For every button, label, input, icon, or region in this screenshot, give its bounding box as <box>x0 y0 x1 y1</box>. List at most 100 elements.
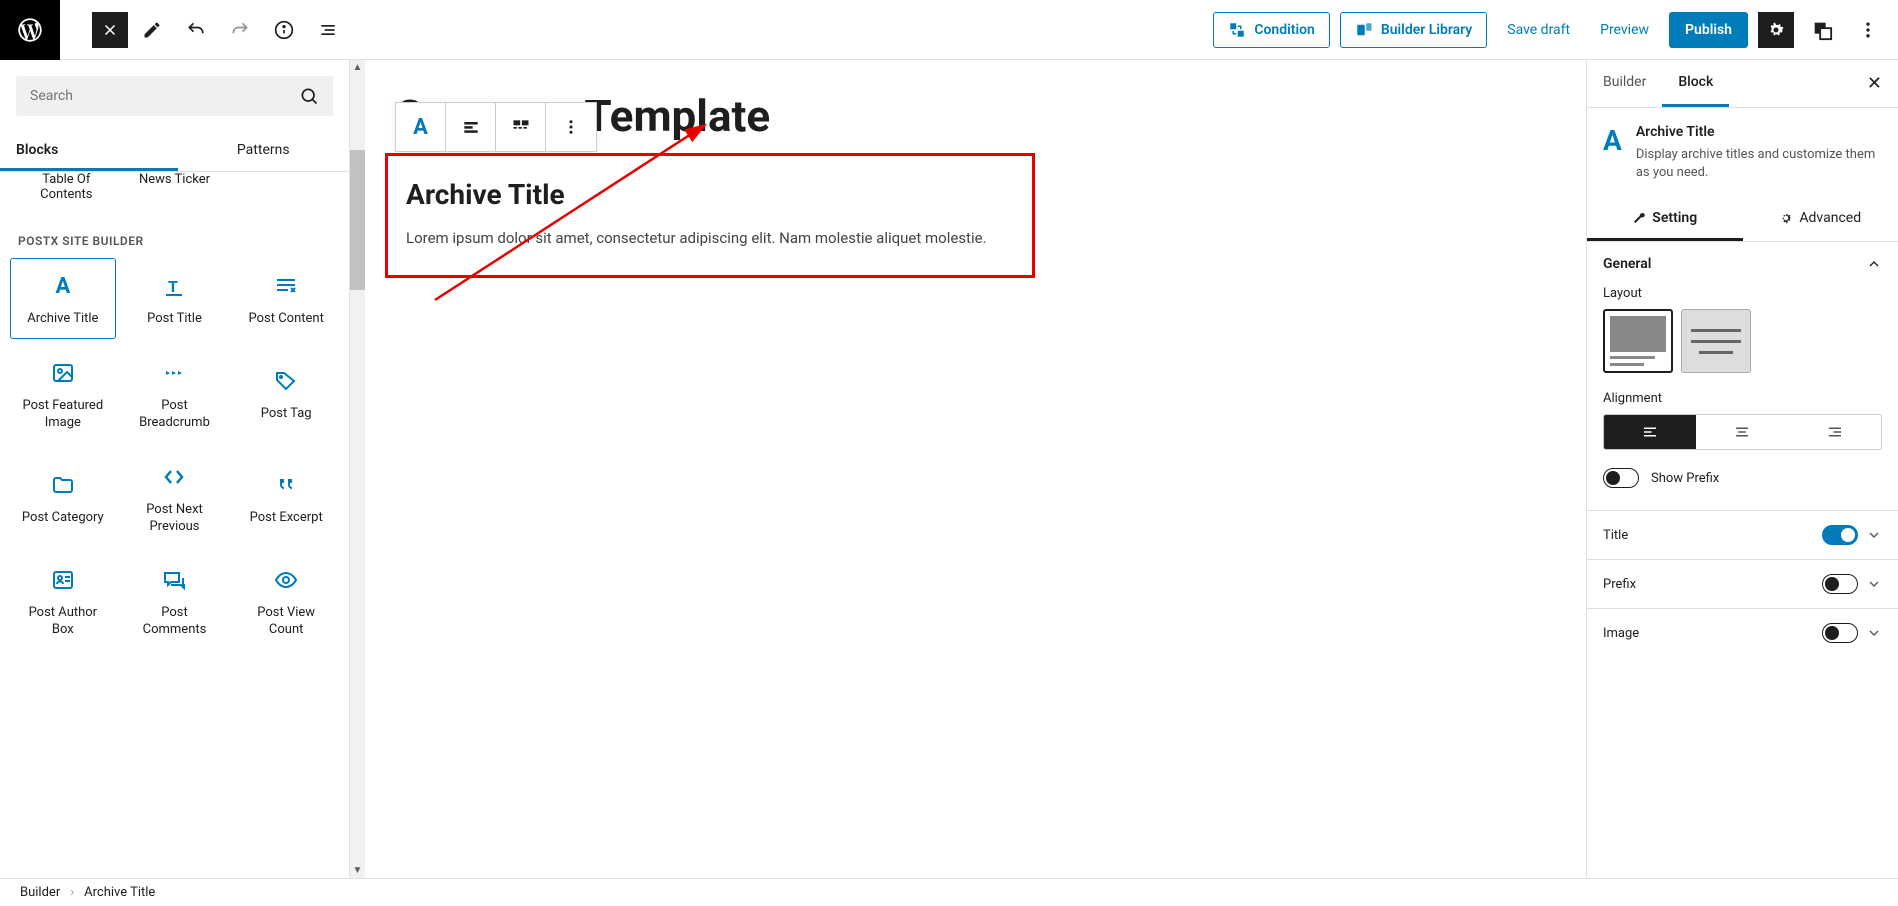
breadcrumb-icon <box>161 360 187 386</box>
subtab-advanced[interactable]: Advanced <box>1743 198 1898 241</box>
align-icon[interactable] <box>446 103 496 151</box>
wrench-icon <box>1632 211 1646 225</box>
inserter-tabs: Blocks Patterns <box>0 132 349 172</box>
layout-options <box>1603 309 1882 373</box>
layout-icon[interactable] <box>496 103 546 151</box>
section-general: General Layout Alignment <box>1587 242 1898 511</box>
svg-text:T: T <box>168 277 178 296</box>
row-prefix-label: Prefix <box>1603 577 1636 592</box>
gear-small-icon <box>1779 211 1793 225</box>
preview-button[interactable]: Preview <box>1590 14 1659 46</box>
post-title-icon: T <box>161 273 187 299</box>
scroll-thumb[interactable] <box>350 150 365 290</box>
block-post-tag[interactable]: Post Tag <box>233 345 339 443</box>
overlap-icon[interactable] <box>1804 12 1840 48</box>
close-settings-icon[interactable]: ✕ <box>1851 73 1898 94</box>
settings-subtabs: Setting Advanced <box>1587 198 1898 242</box>
breadcrumb-builder[interactable]: Builder <box>20 885 60 900</box>
comments-icon <box>161 567 187 593</box>
block-header-text: Archive Title Display archive titles and… <box>1636 124 1882 182</box>
row-prefix[interactable]: Prefix <box>1587 560 1898 609</box>
section-general-header[interactable]: General <box>1587 242 1898 286</box>
block-post-author-box[interactable]: Post Author Box <box>10 552 116 650</box>
library-icon <box>1355 21 1373 39</box>
info-icon[interactable] <box>264 10 304 50</box>
block-post-breadcrumb[interactable]: Post Breadcrumb <box>122 345 228 443</box>
tab-patterns[interactable]: Patterns <box>178 132 350 171</box>
block-post-view-count[interactable]: Post View Count <box>233 552 339 650</box>
breadcrumb-archive-title[interactable]: Archive Title <box>84 885 155 900</box>
prefix-toggle[interactable] <box>1822 574 1858 594</box>
search-input[interactable] <box>30 88 299 104</box>
settings-panel: Builder Block ✕ A Archive Title Display … <box>1586 60 1898 878</box>
list-view-icon[interactable] <box>308 10 348 50</box>
save-draft-button[interactable]: Save draft <box>1497 14 1580 46</box>
builder-library-button[interactable]: Builder Library <box>1340 12 1487 48</box>
title-toggle[interactable] <box>1822 525 1858 545</box>
search-wrap <box>0 60 349 132</box>
row-title[interactable]: Title <box>1587 511 1898 560</box>
tab-builder[interactable]: Builder <box>1587 60 1662 107</box>
align-center[interactable] <box>1696 415 1788 449</box>
block-archive-title[interactable]: A Archive Title <box>10 258 116 339</box>
nav-icon <box>161 464 187 490</box>
image-icon <box>50 360 76 386</box>
archive-title-block[interactable]: Archive Title Lorem ipsum dolor sit amet… <box>385 153 1035 278</box>
section-general-body: Layout Alignment Show P <box>1587 286 1898 510</box>
redo-icon[interactable] <box>220 10 260 50</box>
scrollbar[interactable]: ▲ ▼ <box>350 60 365 878</box>
chevron-down-icon[interactable] <box>1866 576 1882 592</box>
block-post-comments[interactable]: Post Comments <box>122 552 228 650</box>
scroll-down-icon[interactable]: ▼ <box>350 863 365 878</box>
block-more-icon[interactable] <box>546 103 596 151</box>
block-post-content[interactable]: Post Content <box>233 258 339 339</box>
breadcrumb: Builder › Archive Title <box>0 878 1898 906</box>
undo-icon[interactable] <box>176 10 216 50</box>
layout-option-1[interactable] <box>1603 309 1673 373</box>
block-grid: A Archive Title T Post Title Post Conten… <box>10 258 339 650</box>
layout-option-2[interactable] <box>1681 309 1751 373</box>
block-post-category[interactable]: Post Category <box>10 449 116 547</box>
breadcrumb-sep: › <box>70 885 74 900</box>
prev-block-a[interactable]: Table Of Contents <box>26 172 106 202</box>
block-post-next-previous[interactable]: Post Next Previous <box>122 449 228 547</box>
blocks-scroll[interactable]: Table Of Contents News Ticker POSTX SITE… <box>0 172 349 878</box>
block-header: A Archive Title Display archive titles a… <box>1587 108 1898 198</box>
block-post-featured-image[interactable]: Post Featured Image <box>10 345 116 443</box>
edit-icon[interactable] <box>132 10 172 50</box>
align-right[interactable] <box>1789 415 1881 449</box>
wordpress-logo[interactable] <box>0 0 60 60</box>
close-button[interactable] <box>92 12 128 48</box>
publish-button[interactable]: Publish <box>1669 12 1748 48</box>
archive-title-icon: A <box>50 273 76 299</box>
settings-button[interactable] <box>1758 12 1794 48</box>
topbar-left <box>0 0 348 60</box>
prev-block-b[interactable]: News Ticker <box>139 172 210 202</box>
archive-title-heading: Archive Title <box>406 178 1014 211</box>
section-title: POSTX SITE BUILDER <box>10 210 339 258</box>
more-options-icon[interactable] <box>1850 12 1886 48</box>
condition-button[interactable]: Condition <box>1213 12 1330 48</box>
image-toggle[interactable] <box>1822 623 1858 643</box>
show-prefix-toggle[interactable] <box>1603 468 1639 488</box>
layout-label: Layout <box>1603 286 1882 301</box>
chevron-up-icon <box>1866 256 1882 272</box>
block-post-excerpt[interactable]: Post Excerpt <box>233 449 339 547</box>
block-post-title[interactable]: T Post Title <box>122 258 228 339</box>
editor-canvas[interactable]: Category Template A Archive Title Lorem … <box>365 60 1586 878</box>
scroll-up-icon[interactable]: ▲ <box>350 60 365 75</box>
builder-library-label: Builder Library <box>1381 22 1472 38</box>
main: Blocks Patterns Table Of Contents News T… <box>0 60 1898 878</box>
search-box[interactable] <box>16 76 333 116</box>
chevron-down-icon[interactable] <box>1866 527 1882 543</box>
chevron-down-icon[interactable] <box>1866 625 1882 641</box>
show-prefix-row: Show Prefix <box>1603 464 1882 492</box>
quote-icon <box>273 472 299 498</box>
tab-block[interactable]: Block <box>1662 60 1729 107</box>
tab-blocks[interactable]: Blocks <box>0 132 178 171</box>
subtab-setting[interactable]: Setting <box>1587 198 1743 241</box>
row-image[interactable]: Image <box>1587 609 1898 657</box>
block-type-icon[interactable]: A <box>396 103 446 151</box>
topbar: Condition Builder Library Save draft Pre… <box>0 0 1898 60</box>
align-left[interactable] <box>1604 415 1696 449</box>
